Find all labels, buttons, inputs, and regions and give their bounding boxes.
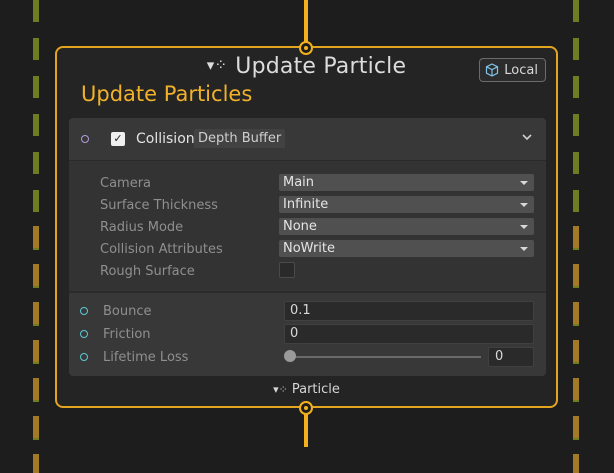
footer-label: Particle <box>291 382 340 397</box>
chevron-down-icon[interactable] <box>520 130 534 144</box>
property-label: Lifetime Loss <box>103 350 189 365</box>
property-label: Friction <box>103 327 151 342</box>
block-enabled-checkbox[interactable]: ✓ <box>111 132 125 146</box>
block-activation-slot[interactable] <box>81 135 89 143</box>
property-label: Bounce <box>103 304 152 319</box>
friction-input-slot[interactable] <box>80 330 88 338</box>
background-flow-lane-right <box>573 0 579 473</box>
property-row-lifetime-loss: Lifetime Loss 0 <box>69 347 546 367</box>
divider <box>69 291 546 293</box>
collision-block[interactable]: ✓ Collision Depth Buffer Camera Main Sur… <box>69 118 546 376</box>
block-settings: Camera Main Surface Thickness Infinite R… <box>69 161 546 291</box>
space-label: Local <box>504 62 538 78</box>
cube-icon <box>486 63 499 77</box>
radius-mode-dropdown[interactable]: None <box>279 218 534 235</box>
node-title: Update Particle <box>235 54 407 79</box>
lifetime-loss-slider-handle[interactable] <box>284 350 296 362</box>
flow-input-wire <box>304 0 308 44</box>
lifetime-loss-field[interactable]: 0 <box>488 347 534 367</box>
setting-row-radius-mode: Radius Mode None <box>69 218 546 236</box>
collision-attributes-dropdown[interactable]: NoWrite <box>279 240 534 257</box>
surface-thickness-dropdown[interactable]: Infinite <box>279 196 534 213</box>
dropdown-value: None <box>283 219 317 234</box>
lifetime-loss-input-slot[interactable] <box>80 353 88 361</box>
block-title: Collision <box>136 131 195 147</box>
setting-label: Rough Surface <box>100 264 195 279</box>
setting-row-camera: Camera Main <box>69 174 546 192</box>
property-row-friction: Friction 0 <box>69 324 546 344</box>
background-flow-lane-left <box>33 0 39 473</box>
particle-dots-icon: ▾⁘ <box>273 383 288 396</box>
lifetime-loss-slider-track[interactable] <box>291 356 481 358</box>
setting-label: Collision Attributes <box>100 242 223 257</box>
bounce-field[interactable]: 0.1 <box>284 301 534 321</box>
dropdown-value: Infinite <box>283 197 329 212</box>
flow-input-port[interactable] <box>299 41 313 55</box>
setting-label: Surface Thickness <box>100 198 218 213</box>
flow-output-port[interactable] <box>299 401 313 415</box>
dropdown-arrow-icon <box>520 247 528 251</box>
setting-row-rough-surface: Rough Surface <box>69 262 546 280</box>
update-particle-context-node[interactable]: ▾⁘ Update Particle Local Update Particles… <box>55 46 558 408</box>
setting-label: Radius Mode <box>100 220 184 235</box>
rough-surface-checkbox[interactable] <box>279 262 295 278</box>
block-subtitle: Depth Buffer <box>194 129 286 148</box>
node-footer: ▾⁘ Particle <box>57 382 556 397</box>
dropdown-value: NoWrite <box>283 241 335 256</box>
dropdown-arrow-icon <box>520 203 528 207</box>
dropdown-arrow-icon <box>520 181 528 185</box>
particle-dots-icon: ▾⁘ <box>206 56 228 74</box>
friction-field[interactable]: 0 <box>284 324 534 344</box>
dropdown-arrow-icon <box>520 225 528 229</box>
bounce-input-slot[interactable] <box>80 307 88 315</box>
setting-row-collision-attributes: Collision Attributes NoWrite <box>69 240 546 258</box>
camera-dropdown[interactable]: Main <box>279 174 534 191</box>
flow-output-wire <box>304 410 308 447</box>
context-label[interactable]: Update Particles <box>81 82 252 106</box>
dropdown-value: Main <box>283 175 315 190</box>
block-header[interactable]: ✓ Collision Depth Buffer <box>69 118 546 161</box>
property-row-bounce: Bounce 0.1 <box>69 301 546 321</box>
setting-label: Camera <box>100 176 152 191</box>
space-toggle-button[interactable]: Local <box>479 58 546 82</box>
setting-row-surface-thickness: Surface Thickness Infinite <box>69 196 546 214</box>
